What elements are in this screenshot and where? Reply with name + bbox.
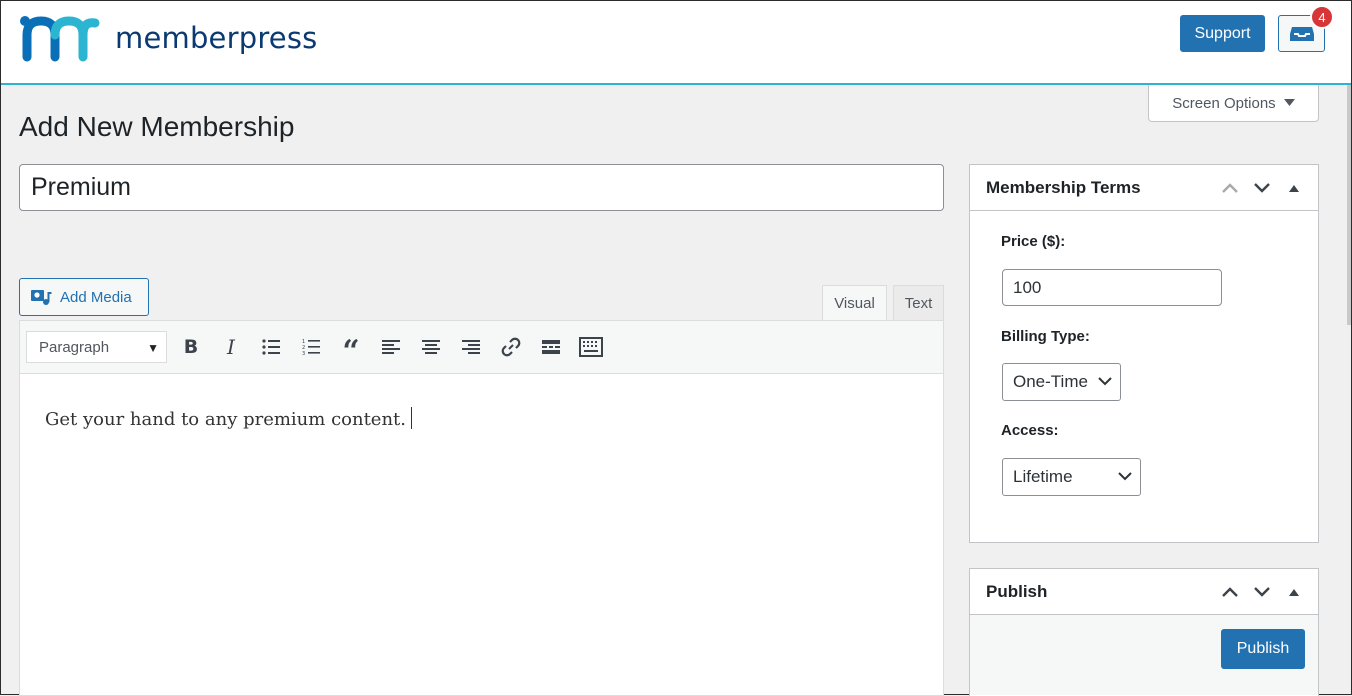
add-media-button[interactable]: Add Media xyxy=(19,278,149,316)
text-cursor xyxy=(411,407,413,429)
memberpress-logo-mark-icon xyxy=(20,16,100,62)
chevron-down-icon xyxy=(1254,587,1270,597)
numbered-list-button[interactable]: 1 2 3 xyxy=(297,333,325,361)
svg-text:3: 3 xyxy=(302,351,305,356)
insert-link-button[interactable] xyxy=(497,333,525,361)
tab-visual[interactable]: Visual xyxy=(822,285,887,321)
italic-icon: I xyxy=(227,335,235,359)
chevron-down-icon xyxy=(1098,377,1112,386)
editor-content-area[interactable]: Get your hand to any premium content. xyxy=(45,407,413,430)
publish-button[interactable]: Publish xyxy=(1221,629,1305,669)
publish-actions: Publish xyxy=(970,615,1318,695)
support-button[interactable]: Support xyxy=(1180,15,1265,52)
access-select[interactable]: Lifetime xyxy=(1002,458,1141,496)
blockquote-button[interactable]: “ xyxy=(337,333,365,367)
toolbar-toggle-icon xyxy=(579,337,603,357)
italic-button[interactable]: I xyxy=(217,333,245,361)
paragraph-format-select[interactable]: Paragraph ▼ xyxy=(26,331,167,363)
caret-down-icon xyxy=(1283,99,1295,106)
access-value: Lifetime xyxy=(1013,467,1073,486)
billing-type-select[interactable]: One-Time xyxy=(1002,363,1121,401)
numbered-list-icon: 1 2 3 xyxy=(302,339,320,356)
publish-box: Publish Publish xyxy=(969,568,1319,696)
triangle-up-icon xyxy=(1289,589,1299,596)
chevron-up-icon xyxy=(1222,587,1238,597)
billing-type-label: Billing Type: xyxy=(1001,328,1090,345)
align-left-icon xyxy=(382,340,400,354)
brand-name: memberpress xyxy=(115,21,318,55)
bold-button[interactable]: B xyxy=(177,333,205,361)
publish-box-title: Publish xyxy=(986,581,1048,601)
page-scrollbar[interactable] xyxy=(1347,85,1351,325)
page-title: Add New Membership xyxy=(19,111,295,142)
chevron-up-icon xyxy=(1222,183,1238,193)
access-label: Access: xyxy=(1001,422,1059,439)
align-center-icon xyxy=(422,340,440,354)
read-more-icon xyxy=(542,340,560,354)
move-up-button[interactable] xyxy=(1218,177,1242,199)
toggle-panel-button[interactable] xyxy=(1282,177,1306,199)
membership-title-input[interactable]: Premium xyxy=(19,164,944,211)
inbox-icon xyxy=(1289,26,1314,41)
notification-count-badge: 4 xyxy=(1310,5,1334,29)
link-icon xyxy=(501,337,521,357)
align-right-icon xyxy=(462,340,480,354)
content-editor: Paragraph ▼ B I 1 2 3 “ Get your hand to… xyxy=(19,320,944,696)
toolbar-toggle-button[interactable] xyxy=(576,333,606,361)
screen-options-label: Screen Options xyxy=(1172,94,1276,112)
bulleted-list-icon xyxy=(262,339,280,355)
screen-options-button[interactable]: Screen Options xyxy=(1148,85,1319,122)
toggle-panel-button[interactable] xyxy=(1282,581,1306,603)
align-right-button[interactable] xyxy=(457,333,485,361)
chevron-down-icon xyxy=(1254,183,1270,193)
move-down-button[interactable] xyxy=(1250,581,1274,603)
add-media-label: Add Media xyxy=(60,288,132,306)
billing-type-value: One-Time xyxy=(1013,372,1088,391)
chevron-down-icon xyxy=(1118,472,1132,481)
read-more-button[interactable] xyxy=(537,333,565,361)
align-center-button[interactable] xyxy=(417,333,445,361)
price-label: Price ($): xyxy=(1001,233,1066,250)
price-input[interactable]: 100 xyxy=(1002,269,1222,306)
membership-terms-header: Membership Terms xyxy=(970,165,1318,211)
format-select-value: Paragraph xyxy=(39,338,110,356)
bold-icon: B xyxy=(183,336,199,358)
blockquote-icon: “ xyxy=(342,334,360,369)
publish-header: Publish xyxy=(970,569,1318,615)
membership-terms-title: Membership Terms xyxy=(986,177,1141,197)
caret-down-icon: ▼ xyxy=(147,341,159,355)
bulleted-list-button[interactable] xyxy=(257,333,285,361)
tab-text[interactable]: Text xyxy=(893,285,944,321)
move-up-button[interactable] xyxy=(1218,581,1242,603)
memberpress-logo[interactable]: memberpress xyxy=(19,13,317,63)
move-down-button[interactable] xyxy=(1250,177,1274,199)
align-left-button[interactable] xyxy=(377,333,405,361)
membership-terms-box: Membership Terms Price ($): 100 Billing … xyxy=(969,164,1319,543)
top-bar: memberpress Support 4 xyxy=(1,1,1351,85)
add-media-icon xyxy=(31,290,52,305)
triangle-up-icon xyxy=(1289,185,1299,192)
editor-toolbar: Paragraph ▼ B I 1 2 3 “ xyxy=(20,321,943,374)
editor-content-text: Get your hand to any premium content. xyxy=(45,409,407,430)
